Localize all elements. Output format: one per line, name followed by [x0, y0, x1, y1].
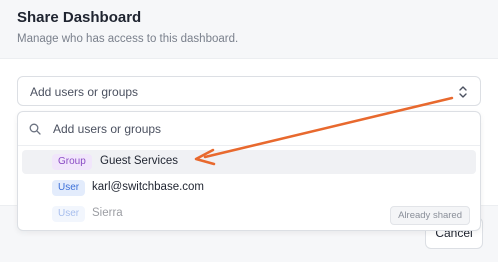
chevron-up-down-icon	[459, 86, 467, 98]
search-icon	[29, 123, 41, 135]
share-dashboard-dialog: Share Dashboard Manage who has access to…	[0, 0, 498, 262]
option-guest-services[interactable]: Group Guest Services	[22, 150, 476, 174]
search-input[interactable]	[53, 119, 453, 139]
dialog-subtitle: Manage who has access to this dashboard.	[17, 33, 239, 45]
group-badge: Group	[52, 154, 92, 170]
dialog-header: Share Dashboard Manage who has access to…	[0, 0, 498, 59]
user-badge: User	[52, 180, 86, 196]
already-shared-tag: Already shared	[390, 206, 470, 225]
option-sierra: User Sierra Already shared	[22, 202, 476, 226]
user-badge: User	[52, 206, 86, 222]
option-label: Guest Services	[100, 155, 178, 167]
option-label: Sierra	[92, 207, 123, 219]
dropdown-search-row	[18, 112, 480, 146]
dialog-title: Share Dashboard	[17, 9, 142, 26]
option-karl[interactable]: User karl@switchbase.com	[22, 176, 476, 200]
option-label: karl@switchbase.com	[92, 181, 205, 193]
add-users-select[interactable]: Add users or groups	[17, 76, 481, 106]
users-groups-dropdown: Group Guest Services User karl@switchbas…	[17, 111, 481, 231]
select-placeholder: Add users or groups	[30, 85, 139, 99]
